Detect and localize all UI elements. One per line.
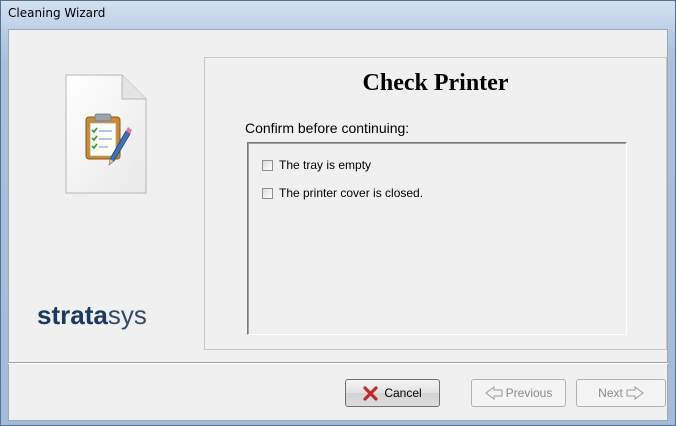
next-button[interactable]: Next	[576, 379, 666, 407]
content-panel: Check Printer Confirm before continuing:…	[204, 57, 667, 350]
footer-separator	[8, 362, 668, 364]
checklist-item-cover-closed[interactable]: The printer cover is closed.	[262, 185, 423, 201]
window-title: Cleaning Wizard	[8, 6, 106, 20]
right-arrow-icon	[626, 386, 644, 400]
confirm-instruction: Confirm before continuing:	[245, 120, 410, 136]
left-arrow-icon	[484, 386, 503, 400]
cover-closed-checkbox[interactable]	[262, 187, 273, 199]
title-bar[interactable]: Cleaning Wizard	[1, 1, 675, 29]
cancel-label: Cancel	[384, 386, 422, 400]
wizard-body: stratasys Check Printer Confirm before c…	[8, 29, 668, 421]
clipboard-checklist-icon	[65, 74, 147, 194]
checklist-item-tray-empty[interactable]: The tray is empty	[262, 157, 371, 173]
tray-empty-label: The tray is empty	[279, 158, 372, 172]
side-panel: stratasys	[8, 29, 201, 355]
page-title: Check Printer	[362, 70, 509, 96]
cover-closed-label: The printer cover is closed.	[279, 186, 424, 200]
red-x-icon	[363, 385, 378, 401]
previous-label: Previous	[505, 386, 553, 400]
previous-button[interactable]: Previous	[471, 379, 566, 407]
stratasys-logo: stratasys	[37, 300, 147, 330]
cancel-button[interactable]: Cancel	[345, 379, 440, 407]
checklist-box: The tray is empty The printer cover is c…	[247, 142, 627, 335]
cleaning-wizard-window: Cleaning Wizard stratasys Check Printer …	[0, 0, 676, 426]
next-label: Next	[598, 386, 623, 400]
tray-empty-checkbox[interactable]	[262, 159, 273, 171]
